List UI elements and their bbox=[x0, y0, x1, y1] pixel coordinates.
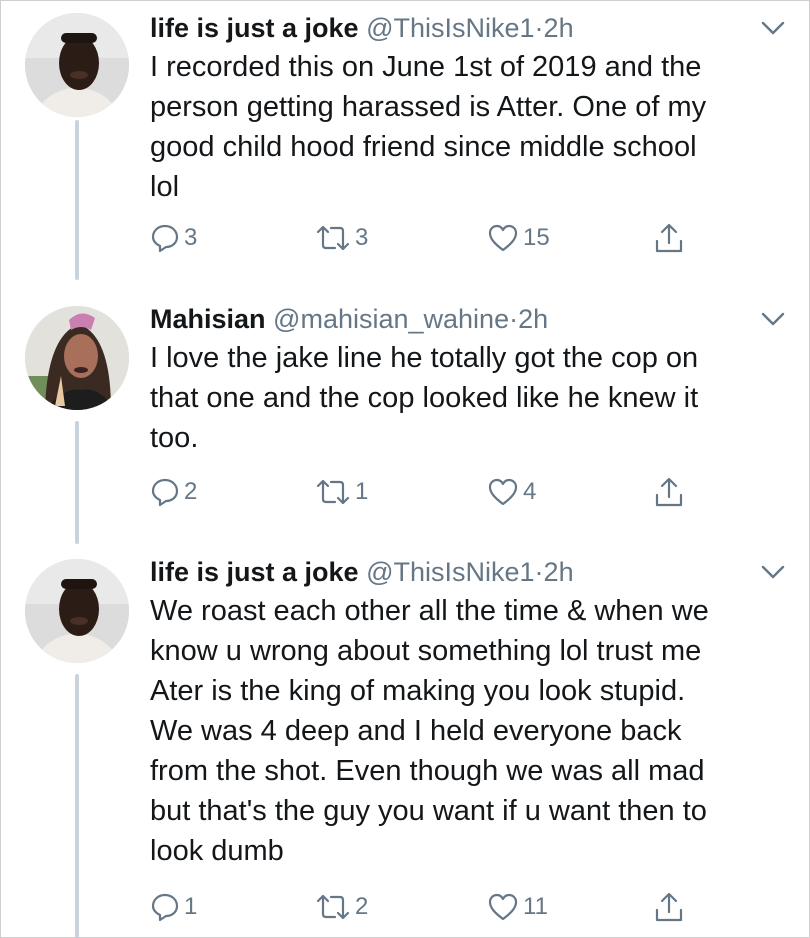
tweet-text-line: look dumb bbox=[150, 835, 284, 867]
share-icon bbox=[653, 891, 685, 923]
tweet-actions: 3 3 15 bbox=[150, 218, 710, 258]
tweet-text-line: too. bbox=[150, 422, 199, 454]
timestamp[interactable]: 2h bbox=[544, 13, 574, 43]
tweet-text-line: that one and the cop looked like he knew… bbox=[150, 382, 699, 414]
avatar[interactable] bbox=[25, 559, 129, 663]
tweet-header: life is just a joke @ThisIsNike1·2h bbox=[150, 554, 574, 590]
tweet-text-line: good child hood friend since middle scho… bbox=[150, 131, 697, 163]
share-button[interactable] bbox=[653, 472, 685, 512]
share-button[interactable] bbox=[653, 218, 685, 258]
separator-dot: · bbox=[534, 557, 544, 587]
timestamp[interactable]: 2h bbox=[518, 304, 548, 334]
tweet-text: I love the jake line he totally got the … bbox=[150, 338, 790, 458]
tweet-text-line: lol bbox=[150, 171, 180, 203]
tweet-text-line: but that's the guy you want if u want th… bbox=[150, 795, 707, 827]
reply-count: 1 bbox=[184, 893, 198, 920]
username[interactable]: @ThisIsNike1 bbox=[366, 13, 534, 43]
thread-line bbox=[75, 120, 79, 280]
separator-dot: · bbox=[534, 13, 544, 43]
reply-button[interactable]: 3 bbox=[150, 218, 197, 258]
retweet-count: 3 bbox=[355, 224, 369, 251]
avatar[interactable] bbox=[25, 13, 129, 117]
tweet-text-line: person getting harassed is Atter. One of… bbox=[150, 91, 707, 123]
retweet-button[interactable]: 3 bbox=[315, 218, 368, 258]
thread-line bbox=[75, 421, 79, 544]
tweet-text-line: Ater is the king of making you look stup… bbox=[150, 675, 686, 707]
chevron-down-icon[interactable] bbox=[760, 309, 786, 329]
chevron-down-icon[interactable] bbox=[760, 562, 786, 582]
reply-icon bbox=[150, 223, 180, 253]
share-button[interactable] bbox=[653, 887, 685, 927]
like-count: 4 bbox=[523, 478, 537, 505]
share-icon bbox=[653, 476, 685, 508]
username[interactable]: @mahisian_wahine bbox=[273, 304, 509, 334]
retweet-count: 1 bbox=[355, 478, 369, 505]
like-count: 15 bbox=[523, 224, 550, 251]
tweet-text-line: I love the jake line he totally got the … bbox=[150, 342, 699, 374]
separator-dot: · bbox=[509, 304, 519, 334]
avatar[interactable] bbox=[25, 306, 129, 410]
reply-count: 2 bbox=[184, 478, 198, 505]
like-button[interactable]: 11 bbox=[487, 887, 548, 927]
reply-count: 3 bbox=[184, 224, 198, 251]
tweet-text: We roast each other all the time & when … bbox=[150, 591, 790, 871]
like-count: 11 bbox=[523, 893, 548, 920]
reply-icon bbox=[150, 477, 180, 507]
tweet[interactable]: life is just a joke @ThisIsNike1·2h I re… bbox=[0, 10, 810, 280]
username[interactable]: @ThisIsNike1 bbox=[366, 557, 534, 587]
tweet-text-line: We roast each other all the time & when … bbox=[150, 595, 709, 627]
display-name[interactable]: life is just a joke bbox=[150, 13, 359, 43]
timestamp[interactable]: 2h bbox=[544, 557, 574, 587]
tweet-header: life is just a joke @ThisIsNike1·2h bbox=[150, 10, 574, 46]
like-button[interactable]: 15 bbox=[487, 218, 550, 258]
display-name[interactable]: life is just a joke bbox=[150, 557, 359, 587]
retweet-icon bbox=[315, 223, 351, 253]
tweet[interactable]: Mahisian @mahisian_wahine·2h I love the … bbox=[0, 301, 810, 544]
like-icon bbox=[487, 223, 519, 253]
like-icon bbox=[487, 477, 519, 507]
retweet-button[interactable]: 2 bbox=[315, 887, 368, 927]
tweet-text-line: I recorded this on June 1st of 2019 and … bbox=[150, 51, 702, 83]
tweet-text: I recorded this on June 1st of 2019 and … bbox=[150, 47, 790, 207]
chevron-down-icon[interactable] bbox=[760, 18, 786, 38]
tweet-text-line: from the shot. Even though we was all ma… bbox=[150, 755, 705, 787]
tweet-text-line: know u wrong about something lol trust m… bbox=[150, 635, 702, 667]
share-icon bbox=[653, 222, 685, 254]
tweet-text-line: We was 4 deep and I held everyone back bbox=[150, 715, 682, 747]
tweet-actions: 1 2 11 bbox=[150, 887, 710, 927]
display-name[interactable]: Mahisian bbox=[150, 304, 266, 334]
reply-button[interactable]: 1 bbox=[150, 887, 197, 927]
retweet-count: 2 bbox=[355, 893, 369, 920]
tweet[interactable]: life is just a joke @ThisIsNike1·2h We r… bbox=[0, 554, 810, 938]
reply-icon bbox=[150, 892, 180, 922]
like-button[interactable]: 4 bbox=[487, 472, 536, 512]
tweet-header: Mahisian @mahisian_wahine·2h bbox=[150, 301, 548, 337]
thread-line bbox=[75, 674, 79, 938]
tweet-actions: 2 1 4 bbox=[150, 472, 710, 512]
retweet-button[interactable]: 1 bbox=[315, 472, 368, 512]
reply-button[interactable]: 2 bbox=[150, 472, 197, 512]
retweet-icon bbox=[315, 892, 351, 922]
retweet-icon bbox=[315, 477, 351, 507]
like-icon bbox=[487, 892, 519, 922]
